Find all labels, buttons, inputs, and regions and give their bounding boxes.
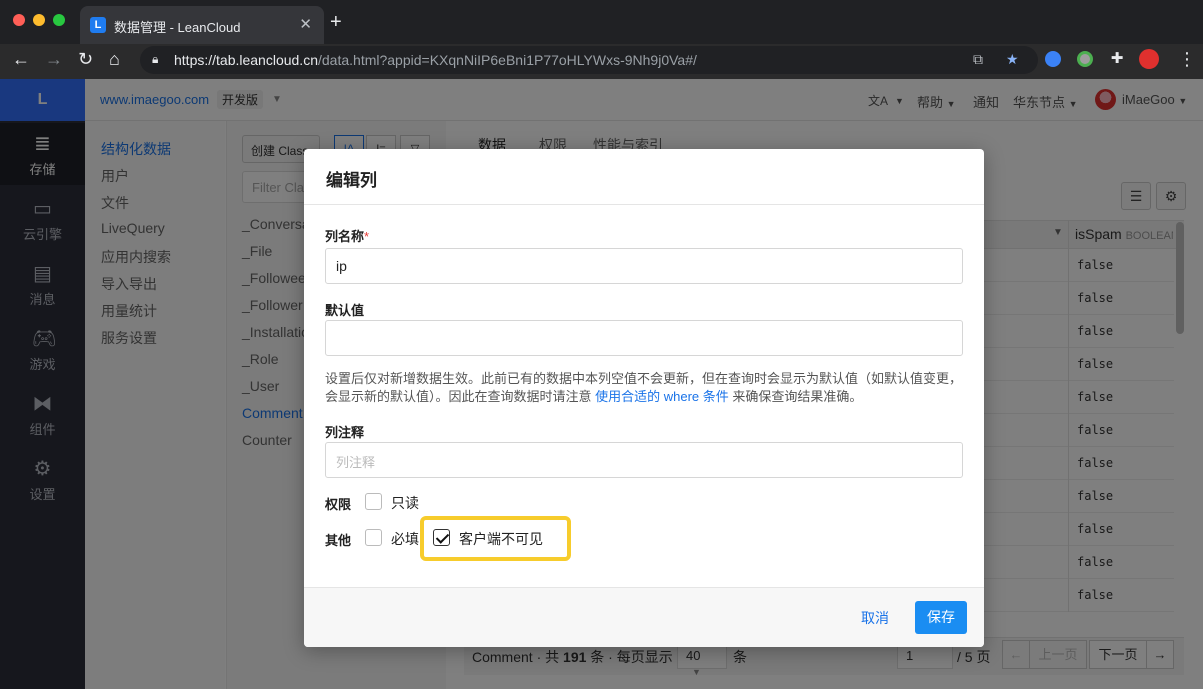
client-hidden-checkbox[interactable] bbox=[433, 529, 450, 546]
new-tab-icon[interactable]: + bbox=[330, 12, 342, 32]
default-value-help: 设置后仅对新增数据生效。此前已有的数据中本列空值不会更新，但在查询时会显示为默认… bbox=[325, 371, 963, 404]
extensions-puzzle-icon[interactable]: ✚ bbox=[1109, 51, 1125, 67]
maximize-window-button[interactable] bbox=[53, 14, 65, 26]
required-mark: * bbox=[364, 229, 370, 244]
reload-icon[interactable]: ↻ bbox=[78, 50, 93, 68]
address-bar[interactable]: 🔒︎ https://tab.leancloud.cn/data.html?ap… bbox=[140, 46, 1038, 74]
column-name-input[interactable]: ip bbox=[325, 248, 963, 284]
default-value-input[interactable] bbox=[325, 320, 963, 356]
default-value-label: 默认值 bbox=[325, 303, 365, 318]
dialog-divider bbox=[304, 204, 984, 205]
client-hidden-label[interactable]: 客户端不可见 bbox=[459, 529, 543, 549]
column-comment-label: 列注释 bbox=[325, 425, 365, 440]
bookmark-star-icon[interactable]: ★ bbox=[1006, 51, 1019, 68]
save-button[interactable]: 保存 bbox=[915, 601, 967, 634]
edit-column-dialog: 编辑列 列名称* ip 默认值 设置后仅对新增数据生效。此前已有的数据中本列空值… bbox=[304, 149, 984, 647]
permission-label: 权限 bbox=[325, 497, 352, 512]
close-window-button[interactable] bbox=[13, 14, 25, 26]
url-text: https://tab.leancloud.cn/data.html?appid… bbox=[174, 52, 697, 68]
tab-title: 数据管理 - LeanCloud bbox=[114, 20, 241, 35]
column-comment-input[interactable]: 列注释 bbox=[325, 442, 963, 478]
required-checkbox[interactable] bbox=[365, 529, 382, 546]
column-name-label: 列名称* bbox=[325, 229, 370, 244]
where-condition-link[interactable]: 使用合适的 where 条件 bbox=[595, 389, 729, 404]
dialog-title: 编辑列 bbox=[326, 171, 377, 190]
minimize-window-button[interactable] bbox=[33, 14, 45, 26]
extension-circle-icon[interactable] bbox=[1077, 51, 1093, 67]
readonly-label[interactable]: 只读 bbox=[391, 493, 419, 513]
translate-page-icon[interactable]: ⧉ bbox=[973, 51, 983, 68]
close-tab-icon[interactable]: ✕ bbox=[299, 15, 312, 33]
readonly-checkbox[interactable] bbox=[365, 493, 382, 510]
other-label: 其他 bbox=[325, 533, 352, 548]
browser-menu-icon[interactable]: ⋮ bbox=[1178, 50, 1196, 68]
cancel-button[interactable]: 取消 bbox=[849, 602, 901, 634]
extension-globe-icon[interactable] bbox=[1045, 51, 1061, 67]
home-icon[interactable]: ⌂ bbox=[109, 50, 120, 68]
profile-avatar-icon[interactable] bbox=[1139, 49, 1159, 69]
back-icon[interactable]: ← bbox=[12, 50, 30, 68]
forward-icon[interactable]: → bbox=[45, 50, 63, 68]
lock-icon: 🔒︎ bbox=[152, 52, 159, 66]
leancloud-favicon-icon: L bbox=[90, 17, 106, 33]
browser-tab[interactable]: L 数据管理 - LeanCloud ✕ bbox=[80, 6, 324, 44]
required-label[interactable]: 必填 bbox=[391, 529, 419, 549]
